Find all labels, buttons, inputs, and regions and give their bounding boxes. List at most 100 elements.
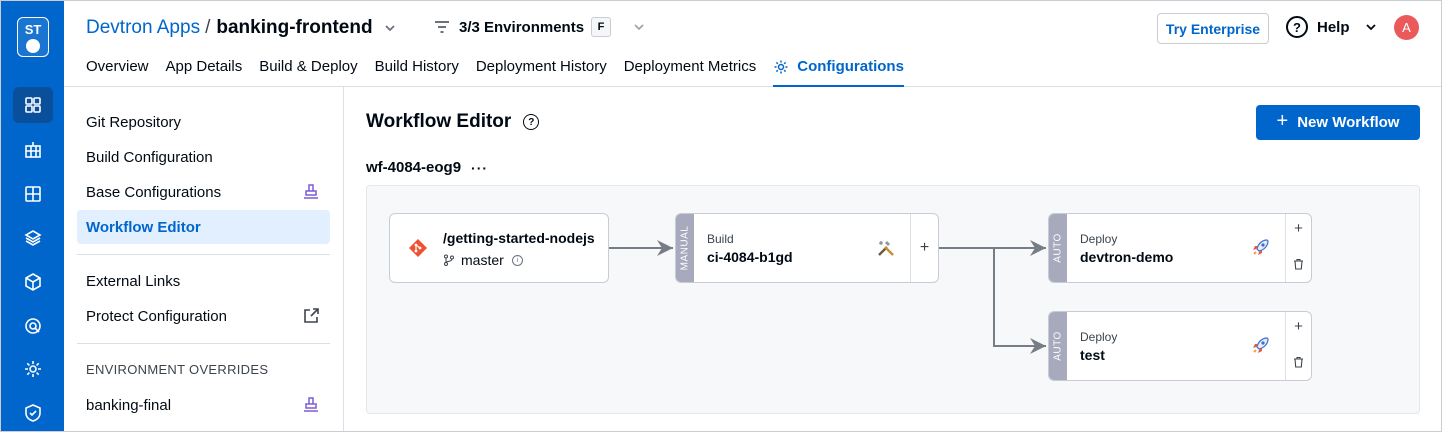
new-workflow-label: New Workflow [1297,114,1400,131]
sidebar-item-banking-final[interactable]: banking-final [77,388,330,422]
help-circle-icon: ? [1286,16,1308,38]
app-header: Devtron Apps / banking-frontend 3/3 Envi… [64,1,1441,87]
sidebar-item-label: External Links [86,272,181,290]
trigger-type-badge: AUTO [1049,214,1067,282]
plus-icon: + [1276,110,1289,132]
app-name: banking-frontend [216,17,373,38]
environment-filter-badge: F [591,17,612,37]
deploy-node-actions: + [1285,214,1311,282]
tab-build-history[interactable]: Build History [375,58,459,87]
breadcrumb: Devtron Apps / banking-frontend [86,17,397,39]
user-avatar[interactable]: A [1394,15,1419,40]
build-pipeline-name: ci-4084-b1gd [707,249,793,265]
tab-build-deploy[interactable]: Build & Deploy [259,58,357,87]
settings-icon[interactable] [13,351,53,387]
build-node[interactable]: MANUAL Build ci-4084-b1gd + [675,213,939,283]
deploy-node[interactable]: AUTO Deploy test + [1048,311,1312,381]
trigger-type-badge: MANUAL [676,214,694,282]
security-scan-icon[interactable] [13,308,53,344]
add-child-button[interactable]: + [1286,220,1311,237]
deploy-environment-name: test [1080,347,1105,363]
environment-overrides-heading: ENVIRONMENT OVERRIDES [86,362,269,377]
breadcrumb-root-link[interactable]: Devtron Apps [86,17,200,39]
environment-filter[interactable]: 3/3 Environments F [434,17,656,37]
git-repo-name: /getting-started-nodejs [443,230,595,246]
app-window: ST Devtron Apps / banking-frontend 3/3 E… [0,0,1442,432]
sidebar-item-label: Protect Configuration [86,307,227,325]
approval-stamp-icon [304,397,318,412]
trash-icon[interactable] [1293,356,1304,368]
trigger-type-label: AUTO [1052,233,1064,263]
sidebar-item-workflow-editor[interactable]: Workflow Editor [77,210,330,244]
trigger-type-label: MANUAL [679,225,691,271]
filter-icon [435,21,449,33]
resources-icon[interactable] [13,176,53,212]
add-child-button[interactable]: + [910,214,938,282]
stack-icon[interactable] [13,220,53,256]
branch-icon [444,254,454,266]
node-kind-label: Deploy [1080,330,1118,344]
try-enterprise-button[interactable]: Try Enterprise [1157,13,1269,44]
apps-icon[interactable] [13,87,53,123]
trigger-type-badge: AUTO [1049,312,1067,380]
approval-stamp-icon [304,184,318,199]
tab-configurations-label: Configurations [797,58,904,75]
git-source-node[interactable]: /getting-started-nodejs master i [389,213,609,283]
help-question-icon[interactable]: ? [523,114,540,130]
rocket-icon [1253,337,1269,353]
help-label: Help [1317,18,1350,36]
org-logo-text: ST [24,22,42,37]
tab-overview[interactable]: Overview [86,58,149,87]
page-title: Workflow Editor ? [366,111,540,133]
environment-filter-label: 3/3 Environments [459,18,585,36]
sidebar-item-git-repository[interactable]: Git Repository [77,105,330,139]
build-tools-icon [878,241,894,256]
sidebar-item-label: Base Configurations [86,183,222,201]
sidebar-divider [77,254,330,255]
sidebar-divider [77,343,330,344]
sidebar-item-label: Build Configuration [86,148,213,166]
sidebar-item-label: Git Repository [86,113,182,131]
new-workflow-button[interactable]: + New Workflow [1256,105,1420,140]
left-nav-rail: ST [1,1,64,431]
sidebar-item-label: banking-final [86,396,172,414]
shield-icon[interactable] [13,395,53,431]
environment-chevron-down-icon[interactable] [631,20,647,34]
workflow-name: wf-4084-eog9 [366,159,462,176]
trigger-type-label: AUTO [1052,331,1064,361]
app-switcher-chevron-down-icon[interactable] [383,21,397,35]
devtron-logo-icon [26,39,40,53]
workflow-header: wf-4084-eog9 ··· [366,159,488,176]
add-child-button[interactable]: + [1286,318,1311,335]
charts-icon[interactable] [13,132,53,168]
cube-icon[interactable] [13,264,53,300]
more-options-icon[interactable]: ··· [471,160,488,176]
org-logo[interactable]: ST [17,17,49,57]
tab-deployment-history[interactable]: Deployment History [476,58,607,87]
git-icon [409,239,427,257]
node-kind-label: Build [707,232,734,246]
git-branch-name: master [461,252,504,268]
deploy-node[interactable]: AUTO Deploy devtron-demo + [1048,213,1312,283]
tab-configurations[interactable]: Configurations [773,58,904,87]
tab-app-details[interactable]: App Details [166,58,243,87]
app-tabs: Overview App Details Build & Deploy Buil… [86,58,921,87]
trash-icon[interactable] [1293,258,1304,270]
sidebar-item-label: Workflow Editor [86,218,201,236]
deploy-environment-name: devtron-demo [1080,249,1174,265]
sidebar-item-protect-configuration[interactable]: Protect Configuration [77,299,330,333]
page-title-text: Workflow Editor [366,111,512,132]
sidebar-item-build-configuration[interactable]: Build Configuration [77,140,330,174]
sidebar-item-base-configurations[interactable]: Base Configurations [77,175,330,209]
config-sidebar: Git Repository Build Configuration Base … [64,87,344,431]
info-icon[interactable]: i [511,254,523,266]
deploy-node-actions: + [1285,312,1311,380]
node-kind-label: Deploy [1080,232,1118,246]
git-branch: master i [443,252,523,268]
help-chevron-down-icon [1365,24,1376,31]
help-menu[interactable]: ? Help [1286,16,1378,38]
gear-icon [774,60,788,74]
tab-deployment-metrics[interactable]: Deployment Metrics [624,58,757,87]
sidebar-item-external-links[interactable]: External Links [77,264,330,298]
external-link-icon [304,308,319,323]
